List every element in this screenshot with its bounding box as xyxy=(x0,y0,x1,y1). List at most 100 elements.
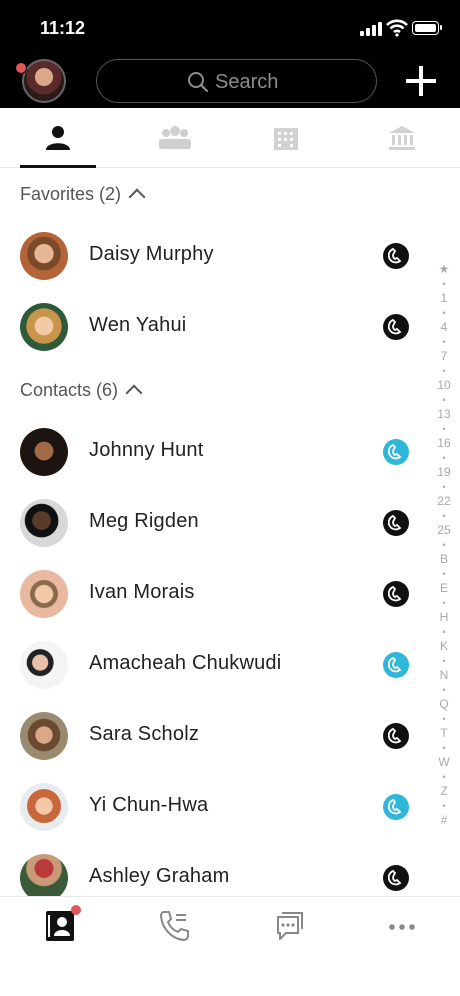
contact-name: Yi Chun-Hwa xyxy=(89,794,209,816)
contact-name: Johnny Hunt xyxy=(89,439,204,461)
index-letter[interactable]: N xyxy=(432,668,456,683)
index-letter[interactable]: 25 xyxy=(432,523,456,538)
alphabet-index[interactable]: ★ • 1 • 4 • 7 • 10 • 13 • 16 • 19 • 22 • 25 • B • E • H • K • N • Q • T •… xyxy=(432,262,456,828)
index-separator: • xyxy=(442,684,446,695)
contact-row[interactable]: Johnny Hunt xyxy=(0,417,420,487)
presence-icon[interactable] xyxy=(383,581,409,607)
top-header: 11:12 Search xyxy=(0,0,460,108)
contacts-header[interactable]: Contacts (6) xyxy=(20,380,143,402)
index-letter[interactable]: H xyxy=(432,610,456,625)
avatar xyxy=(20,303,68,351)
wifi-icon xyxy=(386,19,408,37)
tab-people[interactable] xyxy=(20,108,96,168)
index-letter[interactable]: E xyxy=(432,581,456,596)
index-separator: • xyxy=(442,423,446,434)
avatar xyxy=(20,428,68,476)
contact-row[interactable]: Amacheah Chukwudi xyxy=(0,630,420,700)
contact-name: Meg Rigden xyxy=(89,510,199,532)
add-contact-button[interactable] xyxy=(406,66,436,96)
index-letter[interactable]: 7 xyxy=(432,349,456,364)
presence-icon[interactable] xyxy=(383,510,409,536)
presence-icon[interactable] xyxy=(383,723,409,749)
presence-icon[interactable] xyxy=(383,794,409,820)
person-icon xyxy=(46,126,70,150)
index-letter[interactable]: Q xyxy=(432,697,456,712)
index-letter[interactable]: Z xyxy=(432,784,456,799)
notification-badge xyxy=(71,905,81,915)
index-letter[interactable]: 10 xyxy=(432,378,456,393)
index-separator: • xyxy=(442,481,446,492)
index-separator: • xyxy=(442,655,446,666)
index-letter[interactable]: 16 xyxy=(432,436,456,451)
bank-icon xyxy=(389,126,415,150)
favorites-header[interactable]: Favorites (2) xyxy=(20,184,146,206)
my-avatar[interactable] xyxy=(22,59,66,103)
contact-name: Amacheah Chukwudi xyxy=(89,652,282,674)
nav-messages[interactable] xyxy=(258,905,318,949)
phone-handset-icon xyxy=(388,727,402,744)
call-history-icon xyxy=(159,911,189,942)
index-letter[interactable]: K xyxy=(432,639,456,654)
avatar xyxy=(20,570,68,618)
presence-icon[interactable] xyxy=(383,652,409,678)
phone-handset-icon xyxy=(388,443,402,460)
index-separator: • xyxy=(442,626,446,637)
contact-row[interactable]: Daisy Murphy xyxy=(0,221,420,291)
contact-row[interactable]: Sara Scholz xyxy=(0,701,420,771)
index-letter[interactable]: 4 xyxy=(432,320,456,335)
index-letter[interactable]: T xyxy=(432,726,456,741)
avatar xyxy=(20,712,68,760)
tab-institutions[interactable] xyxy=(364,108,440,168)
contact-name: Ashley Graham xyxy=(89,865,230,887)
contact-row[interactable]: Yi Chun-Hwa xyxy=(0,772,420,842)
phone-handset-icon xyxy=(388,585,402,602)
building-icon xyxy=(274,128,298,150)
contact-row[interactable]: Wen Yahui xyxy=(0,292,420,362)
more-icon xyxy=(389,924,415,930)
group-icon xyxy=(159,126,191,149)
index-letter[interactable]: B xyxy=(432,552,456,567)
chat-icon xyxy=(277,912,303,940)
contact-type-tabs xyxy=(0,108,460,168)
presence-icon[interactable] xyxy=(383,243,409,269)
index-separator: • xyxy=(442,568,446,579)
tab-organizations[interactable] xyxy=(248,108,324,168)
phone-handset-icon xyxy=(388,869,402,886)
contact-name: Sara Scholz xyxy=(89,723,200,745)
index-letter[interactable]: ★ xyxy=(432,262,456,277)
nav-more[interactable] xyxy=(372,905,432,949)
contact-row[interactable]: Ivan Morais xyxy=(0,559,420,629)
avatar xyxy=(20,232,68,280)
battery-icon xyxy=(412,21,442,35)
nav-contacts[interactable] xyxy=(30,905,90,949)
contact-row[interactable]: Meg Rigden xyxy=(0,488,420,558)
presence-icon[interactable] xyxy=(383,439,409,465)
chevron-up-icon xyxy=(125,384,143,402)
phone-handset-icon xyxy=(388,656,402,673)
avatar xyxy=(20,783,68,831)
contact-name: Wen Yahui xyxy=(89,314,187,336)
index-separator: • xyxy=(442,365,446,376)
index-separator: • xyxy=(442,713,446,724)
search-input[interactable]: Search xyxy=(215,71,278,94)
presence-icon[interactable] xyxy=(383,865,409,891)
index-letter[interactable]: W xyxy=(432,755,456,770)
index-letter[interactable]: # xyxy=(432,813,456,828)
index-separator: • xyxy=(442,597,446,608)
status-time: 11:12 xyxy=(40,18,86,38)
index-letter[interactable]: 1 xyxy=(432,291,456,306)
presence-icon[interactable] xyxy=(383,314,409,340)
nav-calls[interactable] xyxy=(144,905,204,949)
tab-groups[interactable] xyxy=(134,108,210,168)
phone-handset-icon xyxy=(388,798,402,815)
phone-handset-icon xyxy=(388,514,402,531)
index-letter[interactable]: 22 xyxy=(432,494,456,509)
favorites-label: Favorites (2) xyxy=(20,184,122,204)
avatar xyxy=(20,641,68,689)
index-separator: • xyxy=(442,510,446,521)
index-letter[interactable]: 13 xyxy=(432,407,456,422)
index-letter[interactable]: 19 xyxy=(432,465,456,480)
phone-handset-icon xyxy=(388,318,402,335)
bottom-nav xyxy=(0,896,460,996)
search-bar[interactable]: Search xyxy=(96,59,377,103)
